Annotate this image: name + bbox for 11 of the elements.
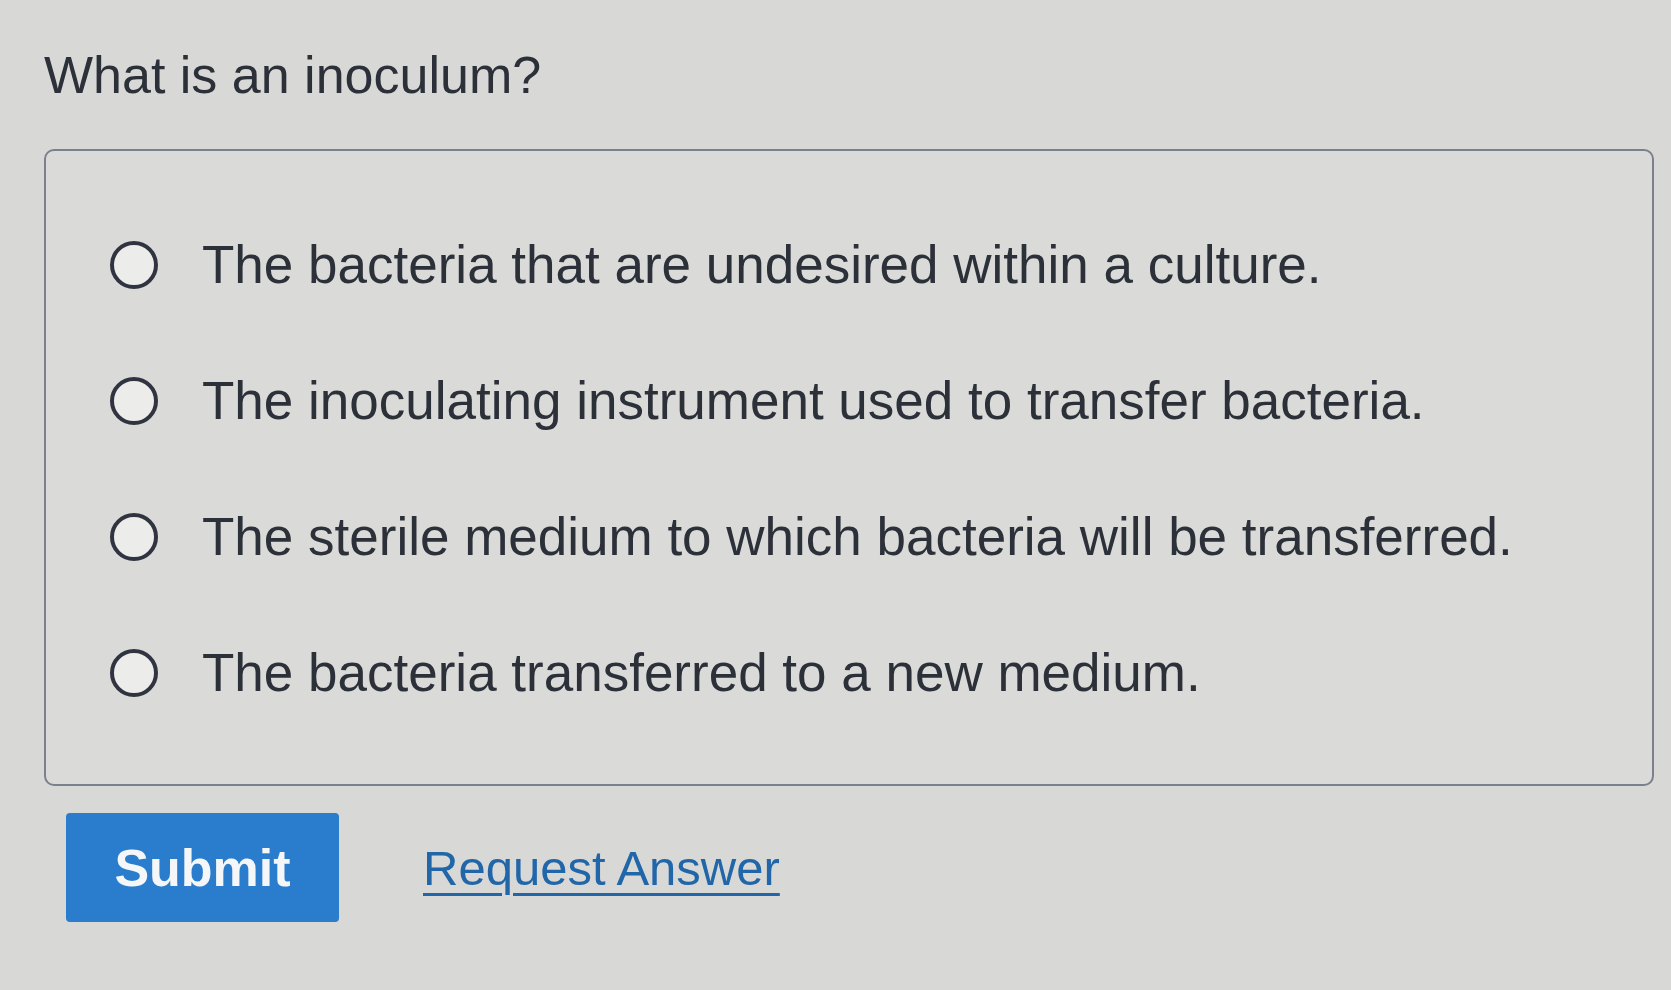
question-text: What is an inoculum? xyxy=(44,45,542,106)
radio-button[interactable] xyxy=(110,377,158,425)
radio-button[interactable] xyxy=(110,513,158,561)
request-answer-link[interactable]: Request Answer xyxy=(423,839,780,896)
option-text: The sterile medium to which bacteria will be transferred. xyxy=(202,506,1513,568)
option-text: The inoculating instrument used to transfer bacteria. xyxy=(202,370,1425,432)
radio-button[interactable] xyxy=(110,649,158,697)
radio-button[interactable] xyxy=(110,241,158,289)
option-text: The bacteria transferred to a new medium. xyxy=(202,642,1201,704)
option-text: The bacteria that are undesired within a culture. xyxy=(202,234,1322,296)
submit-button[interactable]: Submit xyxy=(66,813,339,922)
